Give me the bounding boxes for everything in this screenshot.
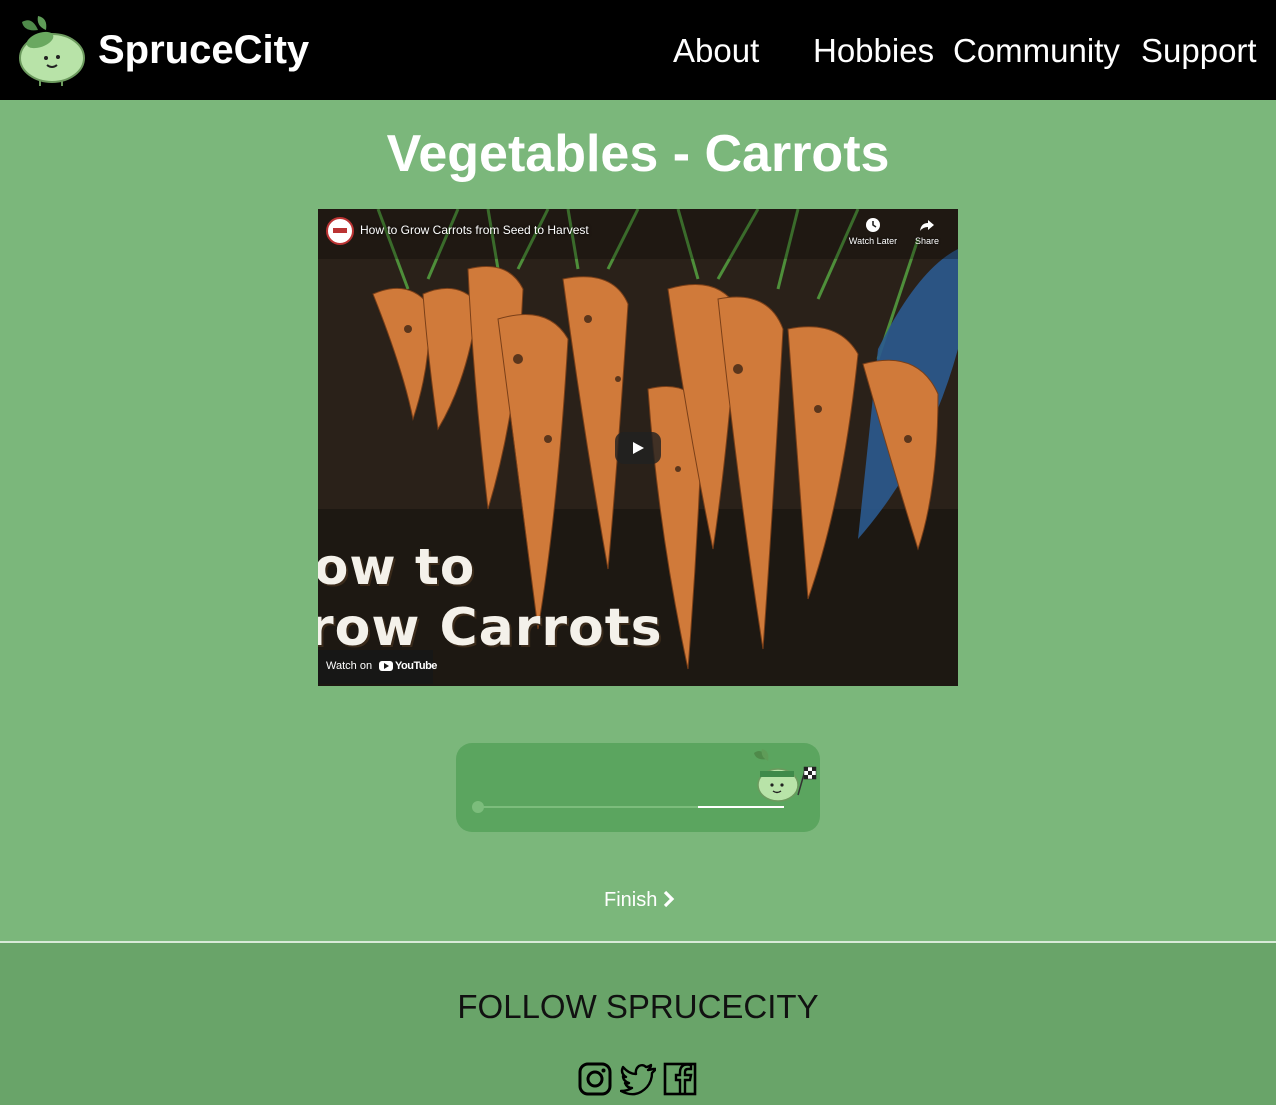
youtube-play-icon <box>379 661 393 671</box>
progress-track <box>478 806 784 808</box>
video-title[interactable]: How to Grow Carrots from Seed to Harvest <box>360 222 589 238</box>
channel-avatar-icon[interactable] <box>326 217 354 245</box>
finish-label: Finish <box>604 889 658 911</box>
progress-start-dot <box>472 801 484 813</box>
top-navigation-bar: SpruceCity About Hobbies Community Suppo… <box>0 0 1276 100</box>
lesson-progress-card <box>456 743 820 832</box>
twitter-icon[interactable] <box>620 1061 656 1097</box>
watch-on-youtube-link[interactable]: Watch on YouTube <box>318 650 437 684</box>
nav-community[interactable]: Community <box>953 30 1120 72</box>
brand-name[interactable]: SpruceCity <box>98 26 309 74</box>
watch-on-label: Watch on <box>326 660 373 672</box>
thumbnail-text-line1: ow to <box>318 538 476 596</box>
watch-later-button[interactable]: Watch Later <box>848 217 898 247</box>
video-player[interactable]: How to Grow Carrots from Seed to Harvest… <box>318 209 958 686</box>
page-title: Vegetables - Carrots <box>386 125 890 183</box>
play-button[interactable] <box>615 432 661 464</box>
nav-hobbies[interactable]: Hobbies <box>813 30 934 72</box>
follow-heading: FOLLOW SPRUCECITY <box>457 988 819 1025</box>
chevron-right-icon <box>664 890 675 908</box>
share-arrow-icon <box>920 220 934 231</box>
facebook-icon[interactable] <box>662 1061 698 1097</box>
mascot-racer-icon <box>754 749 817 802</box>
finish-button[interactable]: Finish <box>604 888 675 912</box>
nav-support[interactable]: Support <box>1141 30 1257 72</box>
share-button[interactable]: Share <box>902 217 952 247</box>
footer: FOLLOW SPRUCECITY <box>0 941 1276 1105</box>
youtube-wordmark: YouTube <box>395 660 437 672</box>
share-label: Share <box>914 236 940 246</box>
clock-icon <box>866 218 880 232</box>
thumbnail-text-line2: row Carrots <box>318 598 663 658</box>
nav-about[interactable]: About <box>673 30 759 72</box>
instagram-icon[interactable] <box>577 1061 613 1097</box>
watch-later-label: Watch Later <box>848 236 898 246</box>
spruce-mascot-logo-icon[interactable] <box>18 10 88 88</box>
